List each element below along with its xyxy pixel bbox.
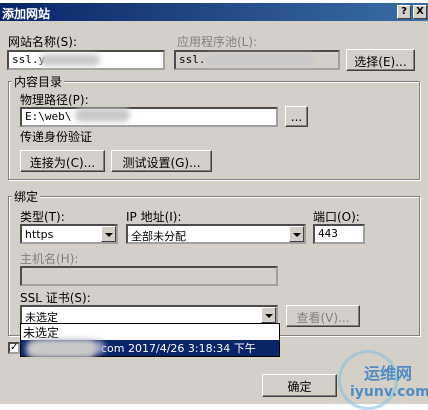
ip-address-label: IP 地址(I):	[126, 210, 182, 224]
watermark-text: 运维网	[364, 364, 413, 383]
ok-button[interactable]: 确定	[262, 374, 337, 397]
host-name-field	[20, 266, 278, 286]
host-name-label: 主机名(H):	[20, 252, 79, 266]
chevron-down-icon[interactable]	[101, 226, 116, 242]
app-pool-label: 应用程序池(L):	[177, 35, 258, 49]
title-bar: 添加网站 ? X	[0, 3, 428, 21]
ssl-cert-select[interactable]: 未选定	[20, 305, 278, 325]
test-settings-button[interactable]: 测试设置(G)...	[111, 150, 212, 172]
dropdown-option-none[interactable]: 未选定	[21, 324, 279, 340]
browse-button[interactable]: ...	[285, 106, 308, 127]
port-label: 端口(O):	[313, 210, 360, 224]
close-button[interactable]: X	[413, 5, 427, 19]
site-name-label: 网站名称(S):	[8, 35, 78, 49]
redaction-blur	[40, 54, 100, 66]
redaction-blur	[26, 340, 96, 358]
redaction-blur	[205, 54, 315, 66]
physical-path-input[interactable]: E:\web\	[20, 107, 278, 127]
ip-address-select[interactable]: 全部未分配	[126, 224, 306, 244]
window-title: 添加网站	[2, 7, 51, 21]
connect-as-button[interactable]: 连接为(C)...	[20, 150, 105, 172]
add-website-dialog: 添加网站 ? X 网站名称(S): ssl.y 应用程序池(L): ssl. 选…	[0, 0, 428, 410]
chevron-down-icon[interactable]	[261, 307, 276, 323]
help-button[interactable]: ?	[397, 5, 411, 19]
pass-through-auth-label: 传递身份验证	[20, 130, 93, 144]
port-input[interactable]: 443	[313, 224, 365, 244]
redaction-blur	[75, 108, 130, 122]
watermark-url: iyunv.com	[350, 384, 428, 400]
start-site-checkbox[interactable]: ✓	[8, 342, 20, 354]
ip-address-value: 全部未分配	[131, 230, 186, 243]
type-label: 类型(T):	[20, 210, 65, 224]
content-directory-title: 内容目录	[12, 73, 65, 90]
physical-path-label: 物理路径(P):	[20, 93, 89, 107]
view-cert-button: 查看(V)...	[286, 305, 360, 327]
chevron-down-icon[interactable]	[289, 226, 304, 242]
ssl-cert-label: SSL 证书(S):	[20, 291, 91, 305]
type-value: https	[25, 228, 54, 241]
select-pool-button[interactable]: 选择(E)...	[346, 49, 415, 71]
type-select[interactable]: https	[20, 224, 118, 244]
binding-title: 绑定	[12, 188, 41, 205]
